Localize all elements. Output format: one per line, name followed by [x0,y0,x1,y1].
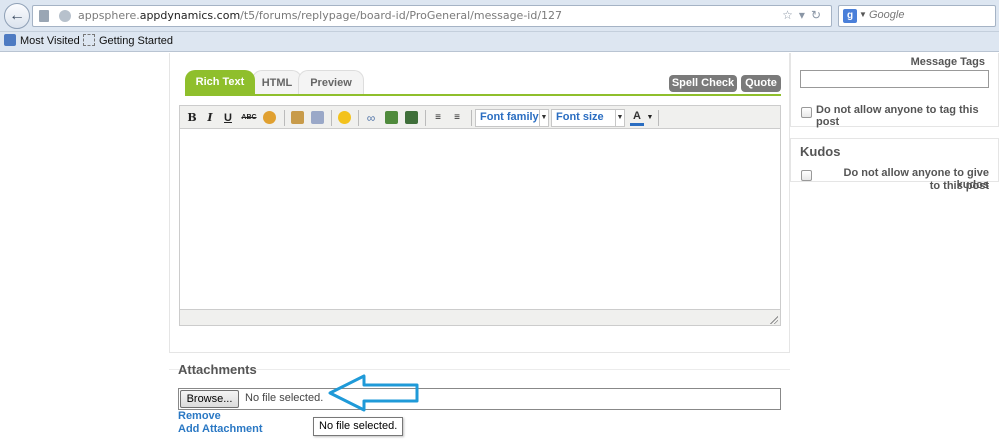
tab-underline [185,94,781,96]
page-icon [39,10,49,22]
bullet-list-icon[interactable]: ≡ [450,110,464,126]
no-kudos-checkbox[interactable] [801,170,812,181]
chevron-down-icon: ▼ [539,110,548,126]
file-tooltip: No file selected. [313,417,404,436]
font-color-dropdown-icon[interactable]: ▼ [646,110,654,126]
no-kudos-label-line2: to this post [929,180,989,192]
paste-word-icon[interactable] [311,111,324,124]
editor-statusbar [179,309,781,326]
browser-navbar: ← appsphere.appdynamics.com/t5/forums/re… [0,0,999,32]
engine-dropdown-icon[interactable]: ▼ [859,10,867,19]
getting-started-icon [83,34,95,46]
video-icon[interactable] [405,111,418,124]
bookmark-getting-started[interactable]: Getting Started [83,34,173,47]
browse-button[interactable]: Browse... [180,390,239,408]
google-icon[interactable]: g [843,9,857,23]
search-bar[interactable]: g ▼ Google [838,5,996,27]
bookmark-most-visited[interactable]: Most Visited [4,34,80,47]
url-text[interactable]: appsphere.appdynamics.com/t5/forums/repl… [78,9,562,22]
font-family-select[interactable]: Font family ▼ [475,109,549,127]
toolbar-separator [358,110,359,126]
search-placeholder: Google [869,9,905,21]
numbered-list-icon[interactable]: ≡ [431,110,445,126]
toolbar-separator [658,110,659,126]
attachments-title: Attachments [178,362,257,377]
tab-preview[interactable]: Preview [298,70,364,95]
chevron-down-icon: ▼ [615,110,624,126]
strikethrough-button[interactable]: ABC [240,110,258,126]
bookmarks-toolbar: Most Visited Getting Started [0,32,999,52]
format-icon[interactable] [263,111,276,124]
underline-button[interactable]: U [222,110,234,126]
message-body-editor[interactable] [179,129,781,310]
paste-icon[interactable] [291,111,304,124]
file-status: No file selected. [245,392,324,404]
globe-icon [59,10,71,22]
back-button[interactable]: ← [4,3,30,29]
toolbar-separator [471,110,472,126]
add-attachment-link[interactable]: Add Attachment [178,423,263,435]
tab-html[interactable]: HTML [252,70,302,95]
kudos-title: Kudos [800,144,841,159]
message-tags-input[interactable] [800,70,989,88]
quote-button[interactable]: Quote [741,75,781,92]
toolbar-separator [284,110,285,126]
no-tag-label: Do not allow anyone to tag this post [816,104,979,128]
font-color-button[interactable]: A [630,110,644,126]
no-tag-checkbox[interactable] [801,107,812,118]
link-icon[interactable]: ∞ [363,110,379,126]
resize-grip-icon[interactable] [769,315,778,324]
message-tags-label: Message Tags [910,56,985,68]
spell-check-button[interactable]: Spell Check [669,75,737,92]
file-input[interactable]: Browse... No file selected. [178,388,781,410]
toolbar-separator [425,110,426,126]
italic-button[interactable]: I [204,110,216,126]
tab-rich-text[interactable]: Rich Text [185,70,255,95]
editor-toolbar: B I U ABC ∞ ≡ ≡ Font family ▼ Font size … [179,105,781,129]
most-visited-icon [4,34,16,46]
toolbar-separator [331,110,332,126]
left-arrow-annotation-icon [328,374,419,412]
back-arrow-icon: ← [9,7,25,24]
remove-link[interactable]: Remove [178,410,221,422]
font-size-select[interactable]: Font size ▼ [551,109,625,127]
emoticon-icon[interactable] [338,111,351,124]
bold-button[interactable]: B [186,110,198,126]
bookmark-star-icon[interactable]: ☆▾↻ [782,8,827,22]
url-bar[interactable]: appsphere.appdynamics.com/t5/forums/repl… [32,5,832,27]
image-icon[interactable] [385,111,398,124]
